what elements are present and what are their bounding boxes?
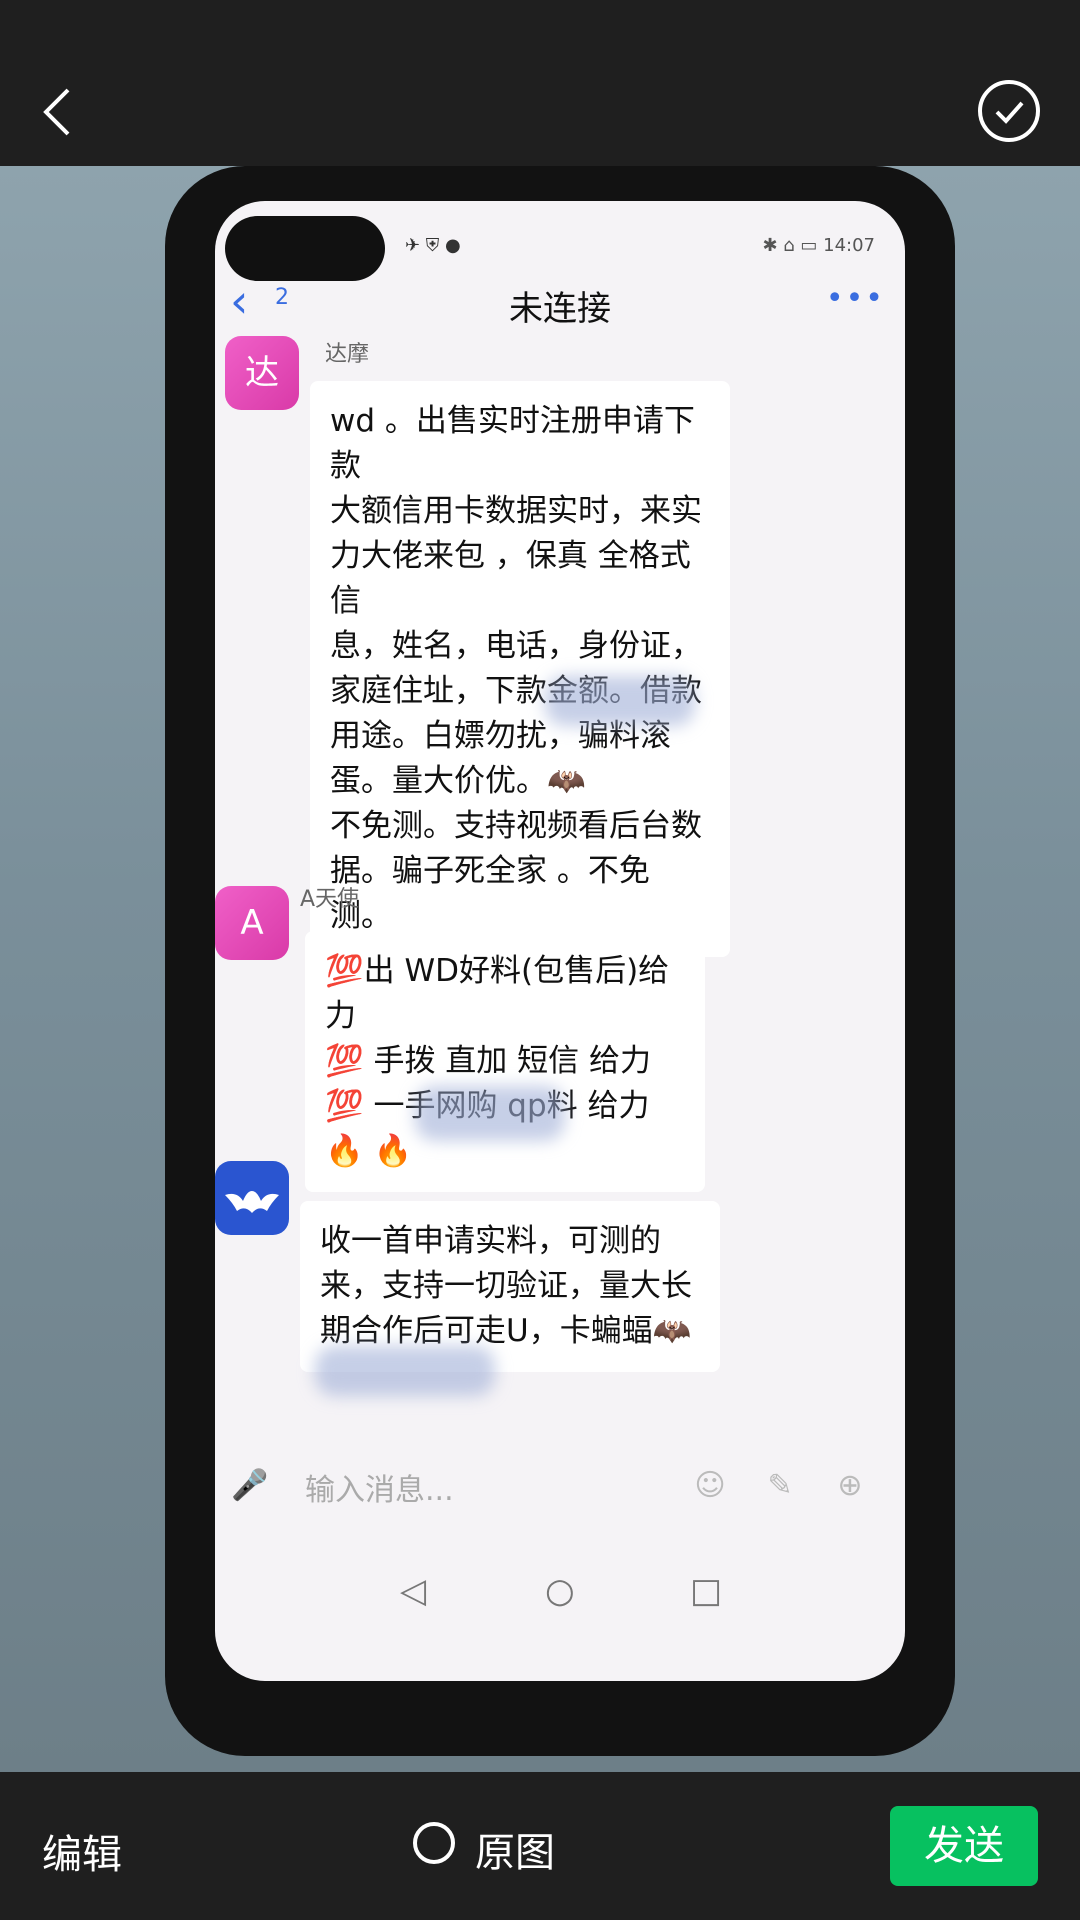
avatar[interactable] [215, 1161, 289, 1235]
status-bar-time: ✱ ⌂ ▭ 14:07 [762, 235, 875, 256]
message-line: 大额信用卡数据实时，来实 [330, 493, 702, 529]
edit-button[interactable]: 编辑 [42, 1822, 122, 1880]
top-bar [0, 0, 1080, 166]
message-input-bar: 🎤 输入消息... ☺ ✎ ⊕ [215, 1451, 905, 1541]
message-line: 💯 手拨 直加 短信 给力 [325, 1043, 652, 1079]
chat-title: 未连接 [509, 289, 611, 329]
check-circle-icon [995, 101, 1024, 124]
nav-back-icon[interactable]: ◁ [400, 1571, 426, 1611]
more-dots-icon[interactable]: ••• [826, 281, 885, 316]
bat-icon [225, 1191, 279, 1213]
message-line: 蛋。量大价优。🦇 [330, 763, 586, 799]
redaction-blur [415, 1086, 565, 1141]
message-line: 收一首申请实料，可测的 [320, 1223, 661, 1259]
photo-preview: ✈ ⛨ ● ✱ ⌂ ▭ 14:07 ‹ 2 未连接 ••• 达 达摩 wd 。出… [0, 166, 1080, 1772]
message-bubble[interactable]: wd 。出售实时注册申请下款 大额信用卡数据实时，来实 力大佬来包 ，保真 全格… [310, 381, 730, 957]
message-bubble[interactable]: 💯出 WD好料(包售后)给力 💯 手拨 直加 短信 给力 💯 一手网购 qp料 … [305, 931, 705, 1192]
avatar[interactable]: A [215, 886, 289, 960]
status-icons-left: ✈ ⛨ ● [405, 235, 461, 256]
message-line: 力大佬来包 ，保真 全格式信 [330, 538, 691, 619]
message-line: 💯出 WD好料(包售后)给力 [325, 953, 670, 1034]
confirm-button[interactable] [978, 80, 1040, 142]
camera-cutout [225, 216, 385, 281]
nav-home-icon[interactable]: ○ [545, 1571, 575, 1611]
sender-name: A天使 [300, 887, 360, 912]
brush-icon[interactable]: ✎ [755, 1461, 805, 1511]
emoji-icon[interactable]: ☺ [685, 1461, 735, 1511]
redaction-blur [315, 1346, 495, 1396]
back-button[interactable] [30, 70, 90, 150]
original-image-label: 原图 [475, 1830, 555, 1876]
system-nav-bar: ◁ ○ □ [215, 1571, 905, 1641]
message-line: 不免测。支持视频看后台数 [330, 808, 702, 844]
send-button[interactable]: 发送 [890, 1806, 1038, 1886]
message-line: wd 。出售实时注册申请下款 [330, 403, 695, 484]
chevron-left-icon [43, 88, 70, 136]
redaction-blur [545, 676, 695, 726]
message-line: 据。骗子死全家 。不免测。 [330, 853, 650, 934]
sender-name: 达摩 [325, 342, 370, 367]
plus-icon[interactable]: ⊕ [825, 1461, 875, 1511]
radio-icon[interactable] [413, 1822, 455, 1864]
phone-device: ✈ ⛨ ● ✱ ⌂ ▭ 14:07 ‹ 2 未连接 ••• 达 达摩 wd 。出… [165, 166, 955, 1756]
message-input[interactable]: 输入消息... [305, 1456, 605, 1526]
bottom-bar: 编辑 原图 发送 [0, 1772, 1080, 1920]
phone-screen: ✈ ⛨ ● ✱ ⌂ ▭ 14:07 ‹ 2 未连接 ••• 达 达摩 wd 。出… [215, 201, 905, 1681]
message-line: 息，姓名，电话，身份证， [330, 628, 702, 664]
message-line: 来，支持一切验证，量大长 [320, 1268, 692, 1304]
avatar[interactable]: 达 [225, 336, 299, 410]
nav-recents-icon[interactable]: □ [690, 1571, 722, 1611]
microphone-icon[interactable]: 🎤 [225, 1461, 275, 1511]
